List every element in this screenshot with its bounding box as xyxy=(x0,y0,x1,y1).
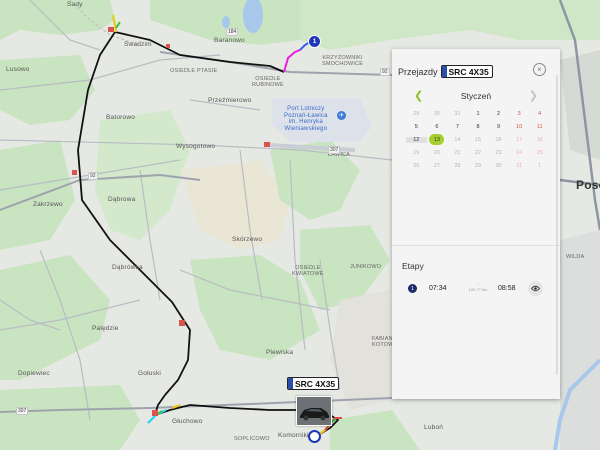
airport-icon: ✈ xyxy=(337,111,346,120)
calendar-day[interactable]: 25 xyxy=(529,150,550,156)
calendar-day[interactable]: 21 xyxy=(447,150,468,156)
map-label-krzyzowniki: KRZYŻOWNIKI SMOCHOWICE xyxy=(322,55,364,67)
calendar-day[interactable]: 15 xyxy=(468,137,489,143)
calendar-day[interactable]: 8 xyxy=(468,124,489,130)
stage-start-time: 07:34 xyxy=(429,285,447,292)
calendar-day[interactable]: 18 xyxy=(529,137,550,143)
calendar-day[interactable]: 1 xyxy=(529,163,550,169)
calendar-day[interactable]: 20 xyxy=(427,150,448,156)
panel-title: Przejazdy xyxy=(398,66,438,77)
map-label-swadzim: Swadzim xyxy=(124,41,152,48)
map-label-dopiewiec: Dopiewiec xyxy=(18,370,50,377)
calendar-day[interactable]: 4 xyxy=(529,111,550,117)
calendar-week: 26 27 28 29 30 31 1 xyxy=(406,159,550,172)
stages-title: Etapy xyxy=(402,261,424,271)
calendar-day[interactable]: 29 xyxy=(468,163,489,169)
map-label-junikowo: JUNIKOWO xyxy=(350,264,382,270)
road-number-badge: 307 xyxy=(16,407,29,415)
stage-number: 1 xyxy=(408,284,417,293)
calendar-day[interactable]: 5 xyxy=(406,124,427,130)
map-view[interactable]: Sady Swadzim Baranowo KRZYŻOWNIKI SMOCHO… xyxy=(0,0,600,450)
panel-header: Przejazdy SRC 4X35 xyxy=(398,65,493,78)
calendar-day[interactable]: 3 xyxy=(509,111,530,117)
map-label-golusk: Gołuski xyxy=(138,370,162,377)
map-label-dabrowa: Dąbrowa xyxy=(108,196,136,203)
map-label-dabrowka: Dąbrówka xyxy=(112,264,143,271)
calendar-day[interactable]: 26 xyxy=(406,163,427,169)
map-label-sopliciowo: SOPLICOWO xyxy=(234,436,270,442)
calendar-day[interactable]: 10 xyxy=(509,124,530,130)
calendar-day[interactable]: 13 xyxy=(427,134,448,146)
calendar-day[interactable]: 19 xyxy=(406,150,427,156)
vehicle-photo[interactable] xyxy=(296,396,332,426)
calendar-day[interactable]: 1 xyxy=(468,111,489,117)
calendar-day[interactable]: 7 xyxy=(447,124,468,130)
eu-flag-icon xyxy=(288,378,293,389)
chevron-right-icon[interactable]: ❯ xyxy=(529,89,538,102)
calendar-day[interactable]: 11 xyxy=(529,124,550,130)
calendar-day[interactable]: 2 xyxy=(488,111,509,117)
map-label-poznan: Pose xyxy=(576,178,600,192)
calendar-day[interactable]: 28 xyxy=(447,163,468,169)
map-label-osiedle-kwiatowe: OSIEDLE KWIATOWE xyxy=(292,265,324,277)
close-icon[interactable]: × xyxy=(533,63,546,76)
calendar-day[interactable]: 9 xyxy=(488,124,509,130)
map-label-gluchowo: Głuchowo xyxy=(172,418,203,425)
calendar-day[interactable]: 29 xyxy=(406,111,427,117)
stage-distance: → 120,77 km xyxy=(463,282,493,293)
calendar-day[interactable]: 31 xyxy=(447,111,468,117)
calendar-day[interactable]: 27 xyxy=(427,163,448,169)
map-label-przezmierowo: Przeźmierowo xyxy=(208,97,252,104)
trips-panel: Przejazdy SRC 4X35 × ❮ Styczeń ❯ 29 30 31 1… xyxy=(392,49,560,399)
calendar-grid: 29 30 31 1 2 3 4 5 6 7 8 9 10 11 12 13 14 15 16 17 18 19 20 21 2… xyxy=(406,108,550,172)
map-label-komorniki: Komorniki xyxy=(278,432,309,439)
calendar-day[interactable]: 24 xyxy=(509,150,530,156)
map-label-baranowo: Baranowo xyxy=(214,37,245,44)
calendar-day[interactable]: 31 xyxy=(509,163,530,169)
panel-scrollbar[interactable] xyxy=(556,75,558,375)
route-waypoint-marker[interactable]: 1 xyxy=(308,35,321,48)
panel-vehicle-plate: SRC 4X35 xyxy=(440,65,493,78)
stage-row[interactable]: 1 07:34 → 120,77 km 08:58 xyxy=(392,279,560,299)
calendar-day[interactable]: 16 xyxy=(488,137,509,143)
vehicle-plate-text: SRC 4X35 xyxy=(295,378,336,389)
calendar-week: 19 20 21 22 23 24 25 xyxy=(406,146,550,159)
map-label-airport: Port Lotniczy Poznań-Ławica im. Henryka … xyxy=(284,106,328,132)
map-label-sady: Sady xyxy=(67,1,83,8)
calendar-week: 29 30 31 1 2 3 4 xyxy=(406,108,550,121)
road-number-badge: 92 xyxy=(380,68,390,76)
calendar-week: 5 6 7 8 9 10 11 xyxy=(406,121,550,134)
map-label-osiedle-rubinowe: OSIEDLE RUBINOWE xyxy=(252,76,284,88)
calendar-day[interactable]: 17 xyxy=(509,137,530,143)
route-end-marker[interactable] xyxy=(308,430,321,443)
eye-icon[interactable] xyxy=(528,281,543,296)
road-number-badge: 184 xyxy=(226,28,239,36)
calendar-week: 12 13 14 15 16 17 18 xyxy=(406,134,550,147)
map-label-batorowo: Batorowo xyxy=(106,114,136,121)
calendar-day[interactable]: 6 xyxy=(427,124,448,130)
road-number-badge: 307 xyxy=(328,146,341,154)
calendar-day[interactable]: 30 xyxy=(488,163,509,169)
map-label-wysogotowo: Wysogotowo xyxy=(176,143,216,150)
stage-end-time: 08:58 xyxy=(498,285,516,292)
map-label-lusowo: Lusowo xyxy=(6,66,30,73)
calendar-day[interactable]: 23 xyxy=(488,150,509,156)
calendar-day[interactable]: 22 xyxy=(468,150,489,156)
map-label-paledzie: Palędzie xyxy=(92,325,119,332)
road-number-badge: 92 xyxy=(88,172,98,180)
divider xyxy=(392,245,560,246)
calendar-day[interactable]: 12 xyxy=(406,136,427,143)
eu-flag-icon xyxy=(441,66,447,77)
map-label-lubon: Luboń xyxy=(424,424,444,431)
map-label-skorzewo: Skórzewo xyxy=(232,236,263,243)
map-label-wilda: WILDA xyxy=(566,254,585,260)
calendar-day[interactable]: 14 xyxy=(447,137,468,143)
vehicle-plate-marker[interactable]: SRC 4X35 xyxy=(287,377,340,390)
map-label-plewiska: Plewiska xyxy=(266,349,294,356)
map-label-osiedle-ptasie: OSIEDLE PTASIE xyxy=(170,68,218,74)
map-label-zakrzewo: Zakrzewo xyxy=(33,201,63,208)
calendar-day[interactable]: 30 xyxy=(427,111,448,117)
